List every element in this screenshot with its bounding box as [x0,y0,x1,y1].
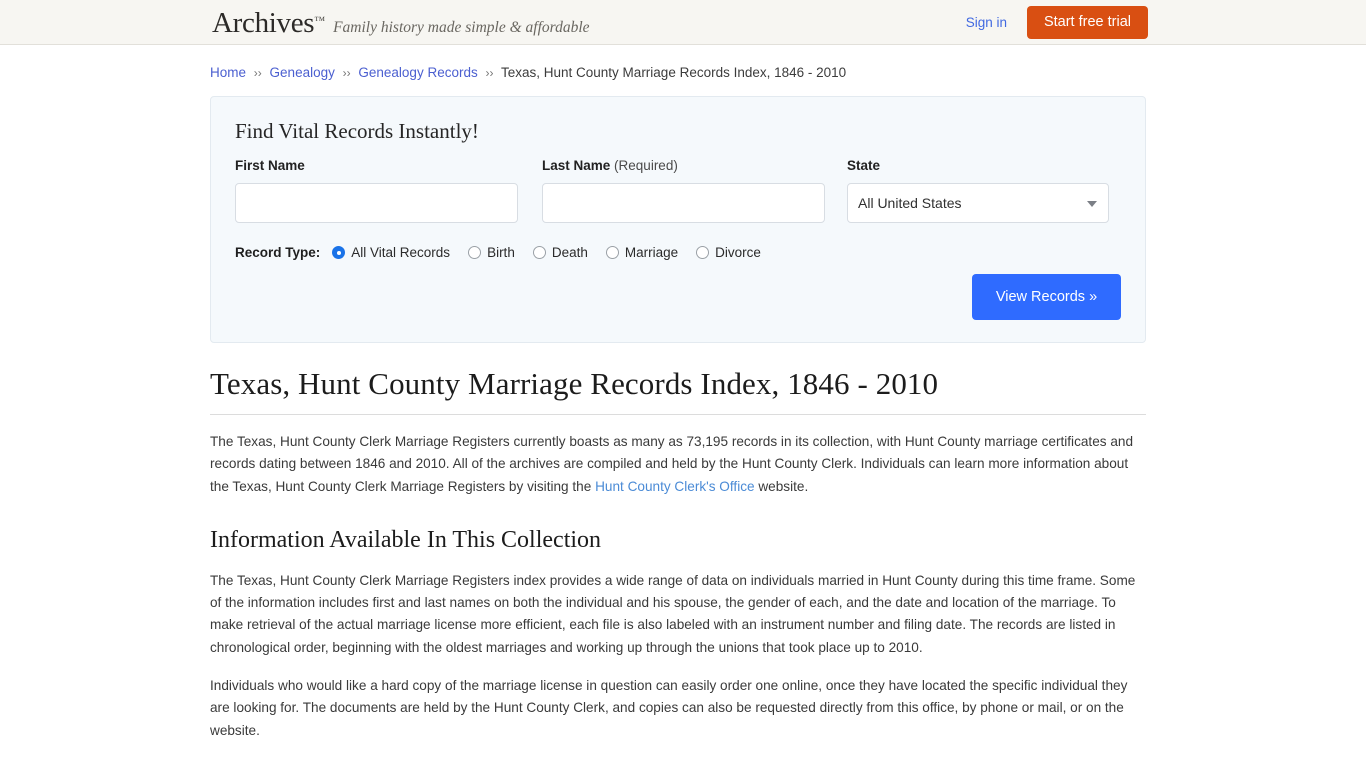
body-paragraph-2: Individuals who would like a hard copy o… [210,678,1128,738]
submit-row: View Records » [972,274,1121,320]
brand-logo-text: Archives [212,7,315,39]
radio-icon[interactable] [696,246,710,259]
page-body: Home ›› Genealogy ›› Genealogy Records ›… [0,64,1366,742]
brand-tagline: Family history made simple & affordable [333,19,590,36]
record-type-option-marriage[interactable]: Marriage [605,245,679,260]
record-type-label: Record Type: [235,245,321,260]
radio-icon[interactable] [468,246,482,259]
breadcrumb-separator: ›› [485,66,494,80]
state-select-wrapper: All United States [847,183,1109,223]
last-name-label-text: Last Name [542,158,611,173]
start-free-trial-button[interactable]: Start free trial [1026,6,1148,39]
radio-icon[interactable] [332,246,346,259]
section-heading-information-available: Information Available In This Collection [210,526,602,553]
breadcrumb-item-genealogy-records[interactable]: Genealogy Records [358,65,477,80]
breadcrumb-item-current: Texas, Hunt County Marriage Records Inde… [501,65,847,80]
search-panel-title: Find Vital Records Instantly! [235,119,479,143]
last-name-label: Last Name (Required) [542,158,825,175]
field-gap [518,158,542,223]
trademark-icon: ™ [314,15,326,27]
brand-logo[interactable]: Archives ™ Family history made simple & … [212,7,590,40]
body-paragraph-1: The Texas, Hunt County Clerk Marriage Re… [210,572,1136,655]
radio-icon[interactable] [605,246,619,259]
record-type-option-label: All Vital Records [351,245,451,260]
sign-in-link[interactable]: Sign in [966,15,1007,30]
record-type-option-birth[interactable]: Birth [468,245,515,260]
site-header: Archives ™ Family history made simple & … [0,0,1366,45]
last-name-required-note: (Required) [614,158,678,173]
content-container: Home ›› Genealogy ›› Genealogy Records ›… [210,64,1146,742]
last-name-input[interactable] [542,183,825,223]
breadcrumb-item-home[interactable]: Home [210,65,246,80]
record-type-option-label: Divorce [715,245,761,260]
last-name-field-group: Last Name (Required) [542,158,825,223]
hunt-county-clerk-office-link[interactable]: Hunt County Clerk's Office [595,479,755,494]
header-actions: Sign in Start free trial [966,0,1148,45]
radio-icon[interactable] [532,246,546,259]
record-type-option-label: Marriage [624,245,679,260]
record-type-option-divorce[interactable]: Divorce [696,245,761,260]
state-select[interactable]: All United States [847,183,1109,223]
record-type-option-death[interactable]: Death [532,245,588,260]
page-title: Texas, Hunt County Marriage Records Inde… [210,366,939,401]
breadcrumb-separator: ›› [253,66,262,80]
view-records-button[interactable]: View Records » [972,274,1121,320]
field-gap [825,158,847,223]
title-divider [210,414,1146,415]
vital-records-search-panel: Find Vital Records Instantly! First Name… [210,96,1146,343]
breadcrumb-item-genealogy[interactable]: Genealogy [270,65,335,80]
state-field-group: State All United States [847,158,1109,223]
search-fields-row: First Name Last Name (Required) State Al… [235,158,1121,223]
breadcrumb-separator: ›› [342,66,351,80]
intro-text-part-2: website. [754,478,809,494]
breadcrumb: Home ›› Genealogy ›› Genealogy Records ›… [210,64,1146,82]
record-type-option-label: Birth [487,245,515,260]
first-name-field-group: First Name [235,158,518,223]
record-type-option-all-vital-records[interactable]: All Vital Records [332,245,450,260]
state-select-value: All United States [858,195,962,211]
intro-paragraph: The Texas, Hunt County Clerk Marriage Re… [210,431,1146,498]
record-type-row: Record Type: All Vital Records Birth Dea… [235,245,1121,260]
first-name-label: First Name [235,158,305,173]
record-type-option-label: Death [551,245,588,260]
state-label: State [847,158,881,173]
first-name-input[interactable] [235,183,518,223]
